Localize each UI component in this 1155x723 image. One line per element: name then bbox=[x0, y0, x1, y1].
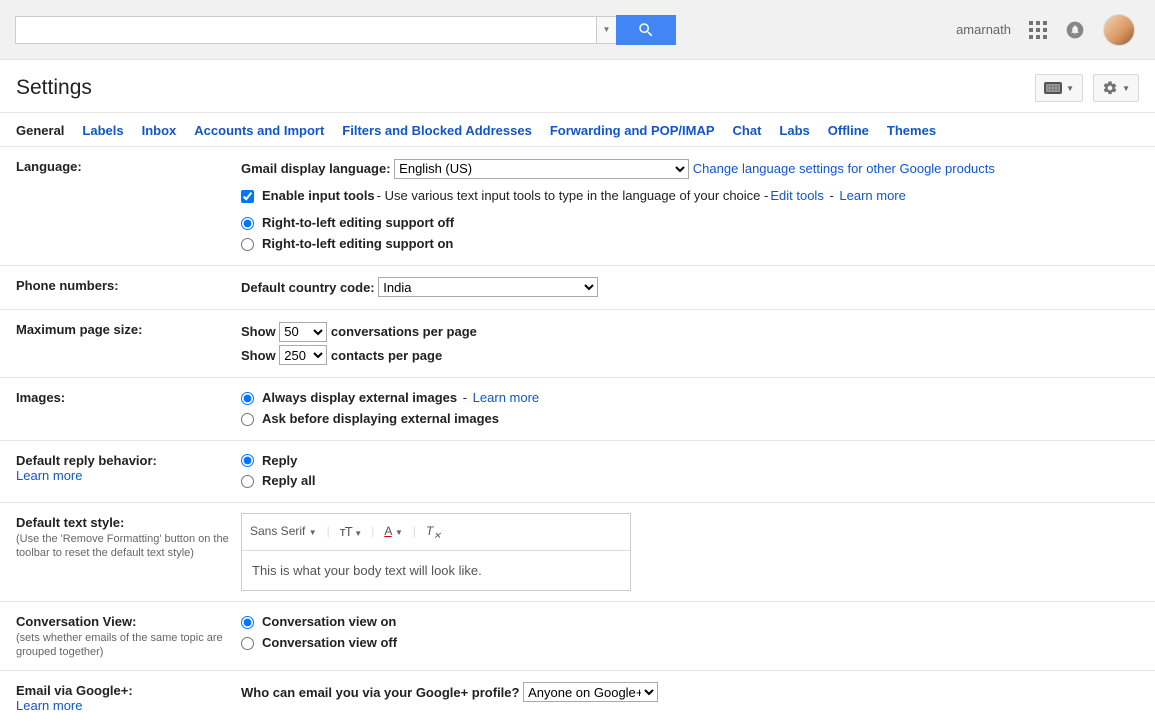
row-label-gplus: Email via Google+: bbox=[16, 683, 133, 698]
rtl-on-radio[interactable] bbox=[241, 238, 254, 251]
gear-icon bbox=[1102, 80, 1118, 96]
enable-input-tools-label: Enable input tools bbox=[262, 186, 375, 207]
contact-suffix: contacts per page bbox=[331, 348, 442, 363]
conversation-on-radio[interactable] bbox=[241, 616, 254, 629]
tab-inbox[interactable]: Inbox bbox=[142, 123, 177, 138]
row-label-conversation: Conversation View: bbox=[16, 614, 136, 629]
always-display-images-label: Always display external images bbox=[262, 388, 457, 409]
gplus-question: Who can email you via your Google+ profi… bbox=[241, 685, 519, 700]
conversation-on-label: Conversation view on bbox=[262, 612, 396, 633]
top-bar: ▼ amarnath bbox=[0, 0, 1155, 60]
edit-tools-link[interactable]: Edit tools bbox=[770, 186, 823, 207]
reply-learn-more-link[interactable]: Learn more bbox=[16, 468, 241, 483]
tab-labels[interactable]: Labels bbox=[82, 123, 123, 138]
apps-icon[interactable] bbox=[1029, 21, 1047, 39]
chevron-down-icon: ▼ bbox=[1066, 84, 1074, 93]
display-language-label: Gmail display language: bbox=[241, 161, 391, 176]
search-container: ▼ bbox=[15, 15, 676, 45]
reply-all-radio[interactable] bbox=[241, 475, 254, 488]
row-phone: Phone numbers: Default country code: Ind… bbox=[0, 266, 1155, 310]
conversation-off-label: Conversation view off bbox=[262, 633, 397, 654]
tab-labs[interactable]: Labs bbox=[779, 123, 809, 138]
show-label-1: Show bbox=[241, 324, 276, 339]
images-learn-more-link[interactable]: Learn more bbox=[473, 388, 539, 409]
notifications-icon[interactable] bbox=[1065, 20, 1085, 40]
contacts-per-page-select[interactable]: 250 bbox=[279, 345, 327, 365]
search-options-dropdown[interactable]: ▼ bbox=[597, 16, 617, 44]
enable-input-tools-desc: - Use various text input tools to type i… bbox=[377, 186, 769, 207]
username-label[interactable]: amarnath bbox=[956, 22, 1011, 37]
row-textstyle: Default text style: (Use the 'Remove For… bbox=[0, 503, 1155, 602]
page-title: Settings bbox=[16, 76, 92, 100]
reply-radio[interactable] bbox=[241, 454, 254, 467]
row-label-pagesize: Maximum page size: bbox=[16, 320, 241, 367]
settings-tabs: General Labels Inbox Accounts and Import… bbox=[0, 113, 1155, 147]
search-input[interactable] bbox=[15, 16, 597, 44]
text-color-picker[interactable]: A ▼ bbox=[384, 521, 403, 543]
tab-forwarding[interactable]: Forwarding and POP/IMAP bbox=[550, 123, 715, 138]
row-images: Images: Always display external images -… bbox=[0, 378, 1155, 441]
input-tools-button[interactable]: ▼ bbox=[1035, 74, 1083, 102]
format-box: Sans Serif ▼ | тТ ▼ | A ▼ | T✕ This is w… bbox=[241, 513, 631, 591]
settings-gear-button[interactable]: ▼ bbox=[1093, 74, 1139, 102]
tab-chat[interactable]: Chat bbox=[733, 123, 762, 138]
row-label-images: Images: bbox=[16, 388, 241, 430]
settings-body: Language: Gmail display language: Englis… bbox=[0, 147, 1155, 723]
show-label-2: Show bbox=[241, 348, 276, 363]
rtl-off-radio[interactable] bbox=[241, 217, 254, 230]
rtl-on-label: Right-to-left editing support on bbox=[262, 234, 453, 255]
row-reply: Default reply behavior: Learn more Reply… bbox=[0, 441, 1155, 504]
country-code-select[interactable]: India bbox=[378, 277, 598, 297]
conversations-per-page-select[interactable]: 50 bbox=[279, 322, 327, 342]
tab-general[interactable]: General bbox=[16, 123, 64, 138]
font-family-picker[interactable]: Sans Serif ▼ bbox=[250, 521, 317, 543]
remove-formatting-button[interactable]: T✕ bbox=[426, 521, 441, 544]
row-label-reply: Default reply behavior: bbox=[16, 453, 157, 468]
row-pagesize: Maximum page size: Show 50 conversations… bbox=[0, 310, 1155, 378]
format-preview: This is what your body text will look li… bbox=[242, 551, 630, 590]
avatar[interactable] bbox=[1103, 14, 1135, 46]
gplus-learn-more-link[interactable]: Learn more bbox=[16, 698, 241, 713]
row-label-phone: Phone numbers: bbox=[16, 276, 241, 299]
conversation-sub: (sets whether emails of the same topic a… bbox=[16, 631, 241, 660]
tab-filters[interactable]: Filters and Blocked Addresses bbox=[342, 123, 532, 138]
tab-accounts[interactable]: Accounts and Import bbox=[194, 123, 324, 138]
font-size-picker[interactable]: тТ ▼ bbox=[340, 520, 361, 543]
enable-input-tools-checkbox[interactable] bbox=[241, 190, 254, 203]
conversation-off-radio[interactable] bbox=[241, 637, 254, 650]
row-googleplus: Email via Google+: Learn more Who can em… bbox=[0, 671, 1155, 723]
conv-suffix: conversations per page bbox=[331, 324, 477, 339]
tab-offline[interactable]: Offline bbox=[828, 123, 869, 138]
rtl-off-label: Right-to-left editing support off bbox=[262, 213, 454, 234]
input-tools-learn-more-link[interactable]: Learn more bbox=[839, 186, 905, 207]
format-toolbar: Sans Serif ▼ | тТ ▼ | A ▼ | T✕ bbox=[242, 514, 630, 550]
reply-label: Reply bbox=[262, 451, 297, 472]
tab-themes[interactable]: Themes bbox=[887, 123, 936, 138]
gplus-who-select[interactable]: Anyone on Google+ bbox=[523, 682, 658, 702]
always-display-images-radio[interactable] bbox=[241, 392, 254, 405]
search-icon bbox=[637, 21, 655, 39]
reply-all-label: Reply all bbox=[262, 471, 315, 492]
display-language-select[interactable]: English (US) bbox=[394, 159, 689, 179]
textstyle-sub: (Use the 'Remove Formatting' button on t… bbox=[16, 532, 241, 561]
keyboard-icon bbox=[1044, 82, 1062, 94]
row-label-language: Language: bbox=[16, 157, 241, 255]
default-country-label: Default country code: bbox=[241, 280, 375, 295]
search-button[interactable] bbox=[616, 15, 676, 45]
ask-images-radio[interactable] bbox=[241, 413, 254, 426]
row-language: Language: Gmail display language: Englis… bbox=[0, 147, 1155, 266]
title-row: Settings ▼ ▼ bbox=[0, 60, 1155, 113]
ask-images-label: Ask before displaying external images bbox=[262, 409, 499, 430]
row-label-textstyle: Default text style: bbox=[16, 515, 124, 530]
row-conversation: Conversation View: (sets whether emails … bbox=[0, 602, 1155, 671]
user-area: amarnath bbox=[956, 14, 1145, 46]
chevron-down-icon: ▼ bbox=[1122, 84, 1130, 93]
change-language-link[interactable]: Change language settings for other Googl… bbox=[693, 161, 995, 176]
